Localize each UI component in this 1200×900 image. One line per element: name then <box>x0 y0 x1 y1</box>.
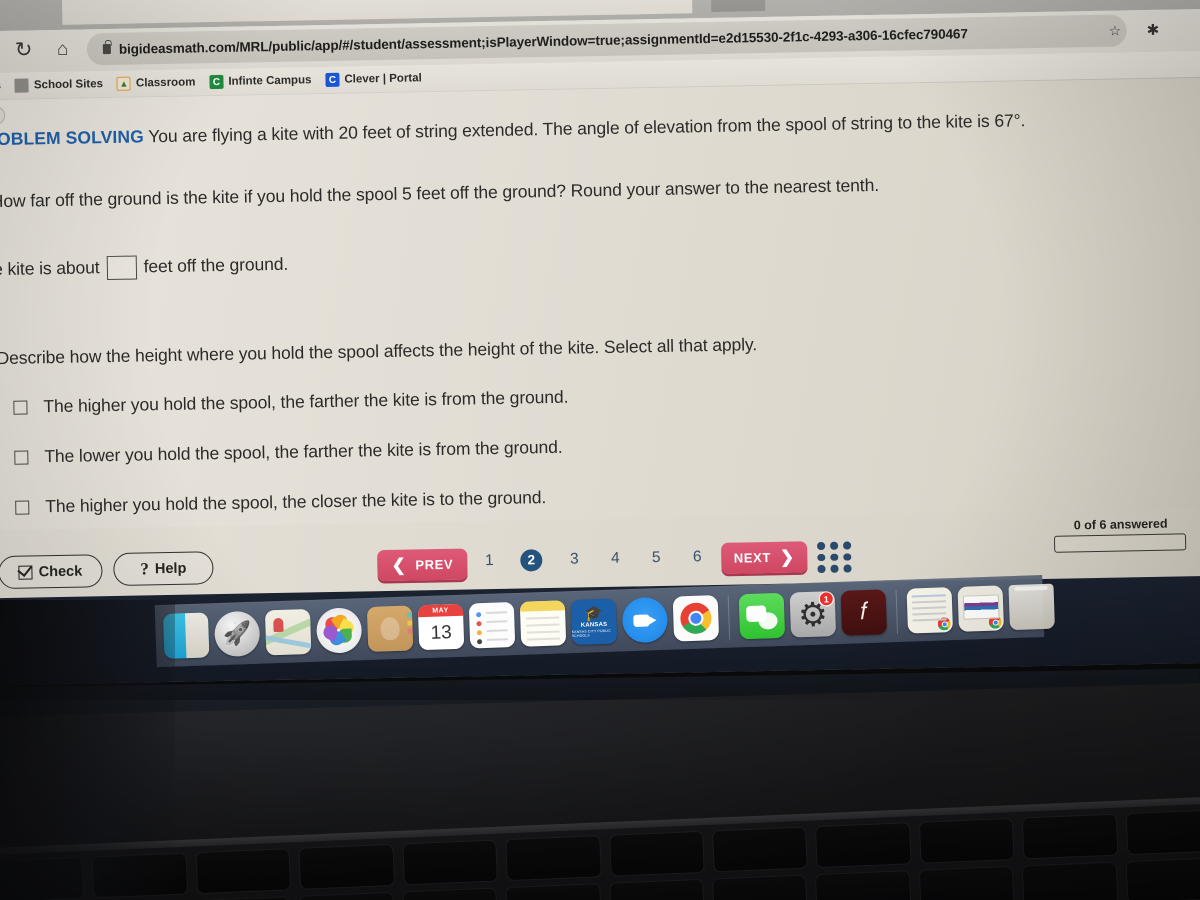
infinite-campus-icon: C <box>209 74 224 90</box>
help-button[interactable]: ? Help <box>113 551 214 586</box>
dock-item-calendar[interactable]: MAY 13 <box>417 603 465 651</box>
google-classroom-icon: ▲ <box>116 76 132 91</box>
chevron-right-icon: ❯ <box>779 547 795 567</box>
reload-icon[interactable]: ↻ <box>15 38 33 61</box>
bookmark-star-icon[interactable]: ☆ <box>1109 22 1122 39</box>
choice-option[interactable]: The higher you hold the spool, the farth… <box>13 386 569 418</box>
dock-item-finder[interactable] <box>162 612 210 659</box>
answered-status: 0 of 6 answered <box>1073 516 1168 533</box>
dock-item-zoom[interactable] <box>621 596 669 644</box>
answer-suffix-label: feet off the ground. <box>143 253 289 277</box>
choice-label: The higher you hold the spool, the close… <box>45 487 547 517</box>
dock-item-launchpad[interactable] <box>213 610 261 658</box>
dock-item-system-preferences[interactable]: 1 <box>789 591 837 638</box>
kansas-sublabel: KANSAS CITY PUBLIC SCHOOLS <box>571 628 612 639</box>
part-a-text: How far off the ground is the kite if yo… <box>0 174 880 212</box>
page-number-5[interactable]: 5 <box>645 549 667 567</box>
chrome-badge-icon <box>987 614 1003 630</box>
dock-item-notes[interactable] <box>519 600 567 647</box>
dock-divider <box>895 589 899 634</box>
check-button-label: Check <box>38 563 83 580</box>
checkbox-check-icon <box>18 564 33 580</box>
next-button-label: NEXT <box>733 549 772 566</box>
dock-item-flash-player[interactable] <box>840 589 888 636</box>
check-button[interactable]: Check <box>0 554 103 590</box>
bookmark-item-ps[interactable]: ps <box>0 77 6 96</box>
dock-item-kckps[interactable]: 🎓 KANSAS KANSAS CITY PUBLIC SCHOOLS <box>570 598 618 646</box>
dock-item-maps[interactable] <box>264 608 312 656</box>
answer-prefix-label: The kite is about <box>0 257 100 280</box>
graduation-cap-icon: 🎓 <box>584 604 604 623</box>
dock-item-trash[interactable] <box>1008 583 1055 631</box>
page-number-2-active[interactable]: 2 <box>520 549 543 572</box>
part-a-question: a. How far off the ground is the kite if… <box>0 170 1072 214</box>
kansas-label: KANSAS <box>580 621 608 629</box>
info-icon[interactable]: i <box>0 105 6 126</box>
chrome-badge-icon <box>936 616 952 632</box>
notification-badge: 1 <box>818 591 835 607</box>
dock-item-document-window-2[interactable] <box>957 585 1004 632</box>
progress-bar <box>1053 533 1187 553</box>
page-number-6[interactable]: 6 <box>686 548 708 566</box>
dock-item-reminders[interactable] <box>468 602 516 649</box>
extensions-puzzle-icon[interactable]: ✱ <box>1147 21 1160 39</box>
choice-option[interactable]: The higher you hold the spool, the close… <box>15 487 546 518</box>
question-mark-icon: ? <box>140 558 150 578</box>
checkbox-icon[interactable] <box>13 400 28 415</box>
dock-item-contacts[interactable] <box>366 605 414 652</box>
part-a-answer-row: The kite is about feet off the ground. <box>0 253 288 283</box>
checkbox-icon[interactable] <box>15 500 30 515</box>
problem-statement-text: You are flying a kite with 20 feet of st… <box>148 110 1026 147</box>
new-tab-button[interactable]: + <box>710 0 766 12</box>
part-b-question: b. Describe how the height where you hol… <box>0 329 977 371</box>
dock-item-chrome[interactable] <box>672 595 720 642</box>
bookmark-item-classroom[interactable]: ▲ Classroom <box>112 73 201 93</box>
page-number-4[interactable]: 4 <box>604 550 626 568</box>
bookmark-label: Clever | Portal <box>344 72 422 86</box>
dock-item-messages[interactable] <box>738 592 786 640</box>
bookmark-label: School Sites <box>33 78 104 92</box>
clever-icon: C <box>325 72 340 88</box>
prev-button-label: PREV <box>415 556 454 573</box>
choice-label: The lower you hold the spool, the farthe… <box>44 436 563 467</box>
lock-icon <box>102 43 111 55</box>
part-b-text: Describe how the height where you hold t… <box>0 334 758 369</box>
dock-divider <box>727 595 731 640</box>
bookmark-label: Classroom <box>135 76 196 90</box>
checkbox-icon[interactable] <box>14 450 29 465</box>
laptop-screen-photo: × + ❯ ↻ ⌂ bigideasmath.com/MRL/public/ap… <box>0 0 1200 686</box>
dock-item-photos[interactable] <box>315 607 363 654</box>
bookmark-item-clever-portal[interactable]: C Clever | Portal <box>320 69 427 89</box>
nine-dot-grid-icon[interactable] <box>817 541 853 573</box>
problem-solving-label: PROBLEM SOLVING <box>0 126 144 150</box>
help-button-label: Help <box>154 560 187 577</box>
bookmark-item-infinite-campus[interactable]: C Infinte Campus <box>204 71 316 91</box>
chevron-left-icon: ❮ <box>391 555 407 575</box>
choice-label: The higher you hold the spool, the farth… <box>43 386 569 417</box>
answer-input[interactable] <box>106 255 137 281</box>
dock-item-document-window-1[interactable] <box>906 587 954 634</box>
page-number-1[interactable]: 1 <box>478 552 500 570</box>
problem-statement: PROBLEM SOLVING You are flying a kite wi… <box>0 106 1188 152</box>
page-number-3[interactable]: 3 <box>563 550 585 568</box>
calendar-day-label: 13 <box>430 621 453 644</box>
folder-icon <box>14 78 30 93</box>
prev-button[interactable]: ❮ PREV <box>377 548 468 582</box>
home-icon[interactable]: ⌂ <box>57 39 69 60</box>
choice-option[interactable]: The lower you hold the spool, the farthe… <box>14 437 563 468</box>
bookmark-label: ps <box>0 80 1 92</box>
bookmark-label: Infinte Campus <box>228 74 312 88</box>
next-button[interactable]: NEXT ❯ <box>721 541 808 574</box>
bookmark-item-school-sites[interactable]: School Sites <box>10 75 108 95</box>
